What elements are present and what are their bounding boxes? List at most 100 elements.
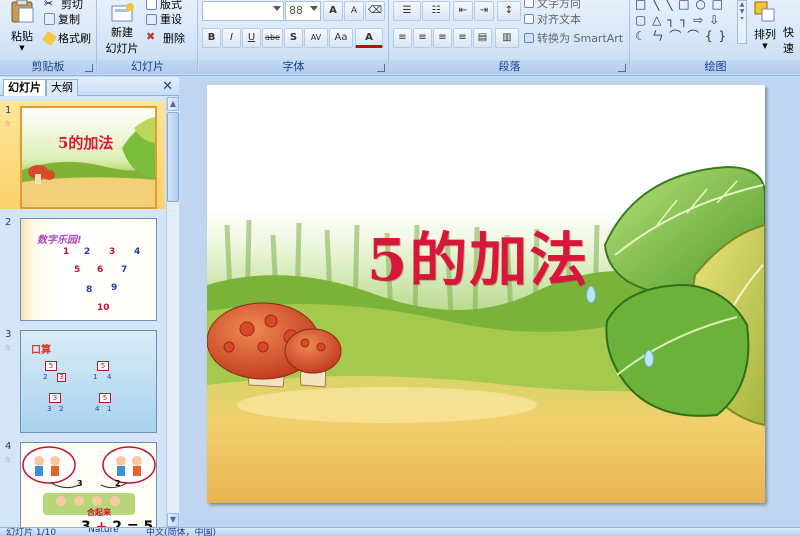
- paste-dropdown-icon: ▼: [19, 44, 25, 52]
- thumb-2-num-8: 8: [86, 285, 93, 295]
- scroll-thumb[interactable]: [167, 112, 179, 202]
- shapes-scroll[interactable]: ▲ ▼ ▾: [737, 0, 747, 44]
- thumbnail-row-3[interactable]: 3 ☆ 口算 5 2 3 5 1 4 3 3 2 5 4 1: [0, 325, 165, 433]
- slides-pane: 幻灯片 大纲 ✕ 1 ☆ 5的加法 2 数字乐园! 1 2 3 4 5 6 7 …: [0, 77, 179, 527]
- distributed-button[interactable]: ▤: [473, 28, 492, 48]
- align-text-button[interactable]: 对齐文本: [524, 11, 581, 27]
- arrange-dropdown-icon: ▼: [762, 42, 768, 50]
- clipboard-launcher-icon[interactable]: [85, 64, 93, 72]
- thumb-3-box-2: 5: [97, 361, 109, 371]
- align-left-button[interactable]: ≡: [393, 28, 412, 48]
- underline-button[interactable]: U: [242, 28, 261, 48]
- slide-thumbnail-2[interactable]: 数字乐园! 1 2 3 4 5 6 7 8 9 10: [20, 218, 157, 321]
- shapes-row-3: ☾ ㄣ ⌒ ⌒ { }: [635, 29, 728, 43]
- decrease-indent-button[interactable]: ⇤: [453, 1, 473, 21]
- italic-button[interactable]: I: [222, 28, 241, 48]
- smartart-label: 转换为 SmartArt: [537, 32, 624, 45]
- font-color-button[interactable]: A: [355, 28, 383, 48]
- thumbnail-scrollbar[interactable]: ▲ ▼: [166, 97, 179, 527]
- shadow-button[interactable]: S: [284, 28, 303, 48]
- slide-thumbnail-3[interactable]: 口算 5 2 3 5 1 4 3 3 2 5 4 1: [20, 330, 157, 433]
- strikethrough-button[interactable]: abe: [262, 28, 283, 48]
- equation-left: 3: [81, 519, 91, 527]
- current-slide[interactable]: 5的加法: [207, 85, 765, 503]
- close-icon[interactable]: ✕: [162, 79, 173, 94]
- thumbnail-row-4[interactable]: 4 ☆ 3 2 合起来 3 + 2 = 5: [0, 437, 165, 527]
- thumb-2-num-5: 5: [74, 265, 81, 275]
- change-case-button[interactable]: Aa: [329, 28, 353, 48]
- numbering-button[interactable]: ☷: [422, 1, 450, 21]
- shrink-font-button[interactable]: A: [344, 1, 364, 21]
- reset-button[interactable]: 重设: [146, 11, 182, 27]
- grow-font-button[interactable]: A: [323, 1, 343, 21]
- increase-indent-button[interactable]: ⇥: [474, 1, 494, 21]
- font-color-label: A: [365, 32, 373, 43]
- shapes-gallery[interactable]: □ ╲ ╲ □ ○ □ ▢ △ ┐ ┐ ⇨ ⇩ ☾ ㄣ ⌒ ⌒ { }: [635, 0, 743, 48]
- equation-operator: +: [95, 519, 108, 527]
- font-size-value: 88: [289, 4, 303, 17]
- delete-label: 删除: [163, 32, 185, 45]
- thumbnail-row-2[interactable]: 2 数字乐园! 1 2 3 4 5 6 7 8 9 10: [0, 213, 165, 321]
- slide-counter: 幻灯片 1/10: [6, 528, 57, 536]
- animation-star-icon: ☆: [4, 119, 12, 128]
- slide-title[interactable]: 5的加法: [367, 213, 589, 297]
- char-spacing-button[interactable]: AV: [304, 28, 328, 48]
- bullets-button[interactable]: ☰: [393, 1, 421, 21]
- columns-icon: ▥: [502, 32, 512, 43]
- line-spacing-button[interactable]: ↕: [497, 1, 521, 21]
- status-bar: 幻灯片 1/10 "Nature" 中文(简体，中国): [0, 527, 800, 536]
- paste-button[interactable]: 粘贴 ▼: [4, 0, 40, 56]
- format-painter-button[interactable]: 格式刷: [41, 30, 91, 46]
- animation-star-icon: ☆: [4, 343, 12, 352]
- new-slide-icon: [111, 3, 134, 22]
- quick-styles-button[interactable]: 快速: [783, 24, 800, 56]
- new-slide-button[interactable]: 新建 幻灯片: [102, 0, 142, 56]
- font-name-combo[interactable]: [202, 1, 284, 21]
- align-center-button[interactable]: ≡: [413, 28, 432, 48]
- thumbnail-row-1[interactable]: 1 ☆ 5的加法: [0, 101, 165, 209]
- scroll-up-icon[interactable]: ▲: [167, 97, 179, 111]
- thumb-3-box-1: 5: [45, 361, 57, 371]
- thumb-2-num-3: 3: [109, 247, 116, 257]
- scroll-down-icon[interactable]: ▼: [167, 513, 179, 527]
- align-left-icon: ≡: [398, 32, 407, 43]
- font-launcher-icon[interactable]: [377, 64, 385, 72]
- italic-label: I: [230, 32, 233, 43]
- language-indicator[interactable]: 中文(简体，中国): [146, 528, 216, 536]
- thumb-4-equation: 3 + 2 = 5: [81, 519, 153, 527]
- columns-button[interactable]: ▥: [495, 28, 519, 48]
- font-size-dropdown-icon[interactable]: [310, 6, 318, 11]
- clear-format-button[interactable]: ⌫: [365, 1, 385, 21]
- font-name-dropdown-icon[interactable]: [273, 6, 281, 11]
- tab-outline[interactable]: 大纲: [46, 79, 78, 96]
- copy-button[interactable]: 复制: [44, 11, 80, 27]
- thumb-3-box-4: 5: [99, 393, 111, 403]
- convert-smartart-button[interactable]: 转换为 SmartArt: [524, 30, 623, 46]
- quick-styles-label: 快速: [783, 26, 794, 55]
- bold-button[interactable]: B: [202, 28, 221, 48]
- text-direction-icon: [524, 0, 534, 8]
- align-center-icon: ≡: [418, 32, 427, 43]
- delete-slide-button[interactable]: ✖ 删除: [146, 30, 185, 46]
- thumb-3-num-1: 2: [43, 373, 48, 381]
- brush-icon: [41, 30, 58, 46]
- slide-number: 1: [5, 105, 12, 116]
- animation-star-icon: ☆: [4, 455, 12, 464]
- thumbnail-list: 1 ☆ 5的加法 2 数字乐园! 1 2 3 4 5 6 7 8 9 10 3 …: [0, 97, 165, 527]
- font-size-combo[interactable]: 88: [285, 1, 321, 21]
- thumb-2-num-10: 10: [97, 303, 110, 313]
- thumb-4-caption: 合起来: [87, 508, 111, 517]
- shapes-row-1: □ ╲ ╲ □ ○ □: [635, 0, 725, 11]
- align-right-button[interactable]: ≡: [433, 28, 452, 48]
- thumb-2-num-6: 6: [97, 265, 104, 275]
- format-painter-label: 格式刷: [58, 32, 91, 45]
- slide-thumbnail-4[interactable]: 3 2 合起来 3 + 2 = 5: [20, 442, 157, 527]
- paragraph-launcher-icon[interactable]: [618, 64, 626, 72]
- arrange-button[interactable]: 排列 ▼: [749, 0, 781, 56]
- slide-thumbnail-1[interactable]: 5的加法: [20, 106, 157, 209]
- tab-slides[interactable]: 幻灯片: [3, 79, 46, 96]
- text-direction-button[interactable]: 文字方向: [524, 0, 581, 11]
- paste-label: 粘贴: [11, 30, 33, 43]
- justify-button[interactable]: ≡: [453, 28, 472, 48]
- grow-font-label: A: [329, 5, 337, 16]
